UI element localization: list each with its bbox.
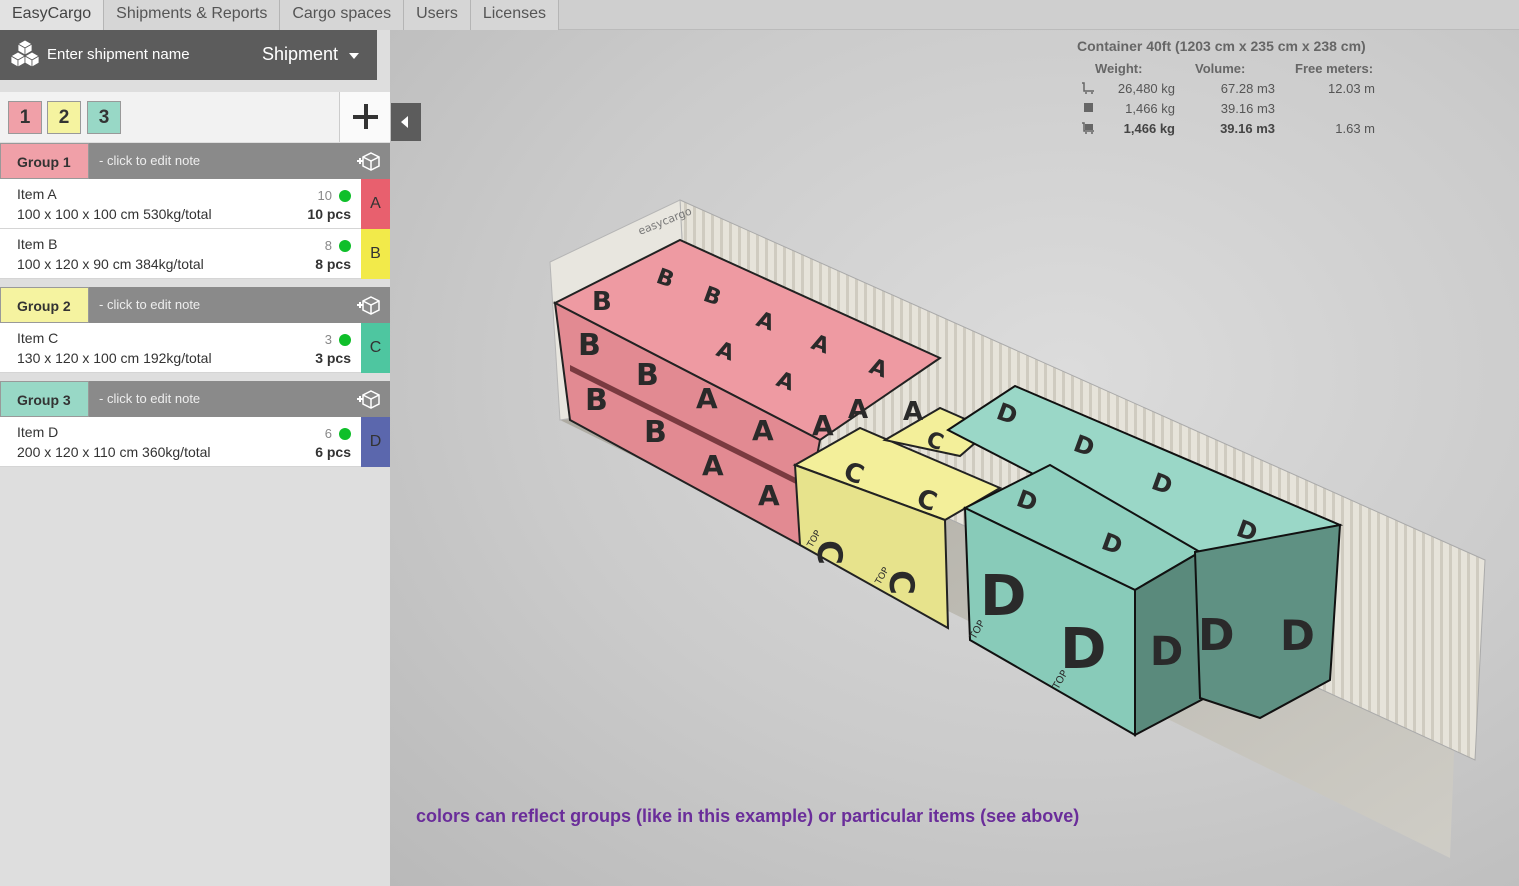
item-pcs: 6 pcs: [315, 444, 351, 460]
group-header-2: Group 2 - click to edit note: [0, 287, 390, 323]
list-item-item-d[interactable]: Item D 200 x 120 x 110 cm 360kg/total 6 …: [0, 417, 390, 467]
status-dot-icon: [339, 428, 351, 440]
box-letter: B: [578, 328, 601, 363]
chevron-down-icon[interactable]: [349, 53, 359, 59]
cart-empty-icon: [1082, 82, 1094, 94]
box-letter: B: [644, 415, 667, 450]
volume-value: 39.16 m3: [1220, 101, 1275, 116]
weight-header: Weight:: [1095, 61, 1143, 76]
group-tab-1[interactable]: 1: [8, 101, 42, 134]
list-item-item-c[interactable]: Item C 130 x 120 x 100 cm 192kg/total 3 …: [0, 323, 390, 373]
item-count: 6: [324, 426, 332, 441]
item-badge[interactable]: D: [361, 417, 390, 467]
item-count: 8: [324, 238, 332, 253]
item-dimensions: 130 x 120 x 100 cm 192kg/total: [17, 350, 212, 366]
3d-viewport[interactable]: easycargo B B B A A A A A B B B B A A A …: [390, 30, 1519, 886]
box-letter: A: [903, 397, 923, 427]
item-badge[interactable]: C: [361, 323, 390, 373]
add-group-button[interactable]: [339, 92, 390, 142]
item-name: Item D: [17, 424, 59, 440]
box-letter: A: [696, 382, 718, 415]
list-item-item-a[interactable]: Item A 100 x 100 x 100 cm 530kg/total 10…: [0, 179, 390, 229]
shipment-name-input[interactable]: Enter shipment name: [47, 46, 190, 63]
volume-header: Volume:: [1195, 61, 1246, 76]
tab-easycargo[interactable]: EasyCargo: [0, 0, 105, 30]
item-count: 10: [317, 188, 332, 203]
tab-shipments-reports[interactable]: Shipments & Reports: [104, 0, 281, 30]
box-letter: A: [812, 409, 834, 442]
item-name: Item B: [17, 236, 58, 252]
volume-value: 39.16 m3: [1220, 121, 1275, 136]
box-icon: [1084, 103, 1093, 112]
item-dimensions: 100 x 120 x 90 cm 384kg/total: [17, 256, 204, 272]
volume-value: 67.28 m3: [1220, 81, 1275, 96]
item-pcs: 3 pcs: [315, 350, 351, 366]
add-item-icon[interactable]: [356, 389, 382, 409]
box-letter: A: [848, 395, 868, 425]
group-note[interactable]: - click to edit note: [99, 153, 200, 168]
tab-cargo-spaces[interactable]: Cargo spaces: [280, 0, 405, 30]
group-label[interactable]: Group 1: [0, 143, 89, 179]
item-dimensions: 100 x 100 x 100 cm 530kg/total: [17, 206, 212, 222]
cubes-logo-icon: [10, 39, 40, 68]
free-meters-header: Free meters:: [1295, 61, 1374, 76]
item-pcs: 8 pcs: [315, 256, 351, 272]
box-letter: D: [1280, 611, 1315, 660]
item-badge[interactable]: A: [361, 179, 390, 229]
box-letter: A: [702, 449, 724, 482]
caption-text: colors can reflect groups (like in this …: [416, 806, 1080, 826]
cart-full-icon: [1082, 122, 1094, 134]
group-label[interactable]: Group 3: [0, 381, 89, 417]
group-header-3: Group 3 - click to edit note: [0, 381, 390, 417]
group-tabs-bar: 1 2 3: [0, 92, 390, 142]
box-letter: B: [636, 358, 659, 393]
group-note[interactable]: - click to edit note: [99, 297, 200, 312]
item-count: 3: [324, 332, 332, 347]
tab-licenses[interactable]: Licenses: [470, 0, 559, 30]
container-title: Container 40ft (1203 cm x 235 cm x 238 c…: [1077, 38, 1366, 54]
top-nav: EasyCargo Shipments & Reports Cargo spac…: [0, 0, 1519, 30]
collapse-panel-button[interactable]: [391, 103, 421, 141]
weight-value: 26,480 kg: [1117, 81, 1175, 96]
status-dot-icon: [339, 240, 351, 252]
weight-value: 1,466 kg: [1123, 121, 1175, 136]
group-tab-2[interactable]: 2: [47, 101, 81, 134]
status-dot-icon: [339, 190, 351, 202]
box-letter: A: [758, 479, 780, 512]
item-name: Item C: [17, 330, 59, 346]
free-meters-value: 12.03 m: [1328, 81, 1375, 96]
container-scene: easycargo B B B A A A A A B B B B A A A …: [549, 199, 1486, 858]
add-item-icon[interactable]: [356, 151, 382, 171]
box-letter: D: [980, 564, 1026, 629]
status-dot-icon: [339, 334, 351, 346]
add-item-icon[interactable]: [356, 295, 382, 315]
item-badge[interactable]: B: [361, 229, 390, 279]
box-letter: B: [585, 383, 608, 418]
chevron-left-icon: [401, 116, 408, 128]
group-label[interactable]: Group 2: [0, 287, 89, 323]
left-panel: Enter shipment name Shipment 1 2 3 Group…: [0, 30, 390, 886]
box-letter: D: [1150, 629, 1183, 675]
group-tab-3[interactable]: 3: [87, 101, 121, 134]
list-item-item-b[interactable]: Item B 100 x 120 x 90 cm 384kg/total 8 8…: [0, 229, 390, 279]
shipment-type-dropdown[interactable]: Shipment: [262, 44, 338, 65]
box-letter: A: [752, 414, 774, 447]
item-name: Item A: [17, 186, 57, 202]
box-letter: B: [592, 287, 612, 317]
item-pcs: 10 pcs: [307, 206, 351, 222]
group-note[interactable]: - click to edit note: [99, 391, 200, 406]
free-meters-value: 1.63 m: [1335, 121, 1375, 136]
shipment-bar: Enter shipment name Shipment: [0, 30, 377, 80]
tab-users[interactable]: Users: [404, 0, 471, 30]
group-header-1: Group 1 - click to edit note: [0, 143, 390, 179]
box-letter: D: [1198, 610, 1235, 661]
item-dimensions: 200 x 120 x 110 cm 360kg/total: [17, 444, 211, 460]
weight-value: 1,466 kg: [1125, 101, 1175, 116]
